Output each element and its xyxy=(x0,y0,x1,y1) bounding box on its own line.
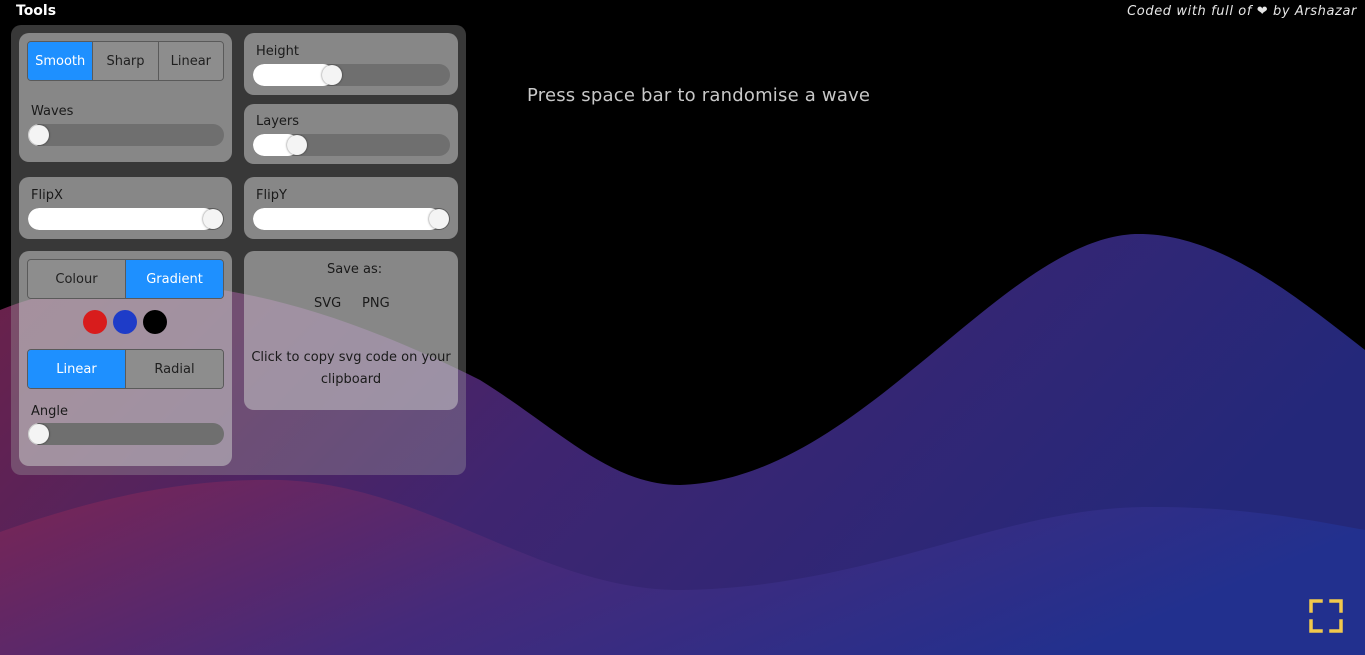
layers-slider[interactable] xyxy=(253,134,450,156)
curve-smooth-button[interactable]: Smooth xyxy=(28,42,94,80)
layers-slider-knob[interactable] xyxy=(287,135,308,155)
height-label: Height xyxy=(256,44,299,59)
copy-svg-button[interactable]: Click to copy svg code on your clipboard xyxy=(245,347,457,391)
fullscreen-icon[interactable] xyxy=(1309,599,1343,633)
swatch-color-1[interactable] xyxy=(83,310,107,334)
gradient-type-toggle: Linear Radial xyxy=(27,349,224,389)
curve-type-toggle: Smooth Sharp Linear xyxy=(27,41,224,81)
save-as-label: Save as: xyxy=(327,262,383,277)
curve-sharp-button[interactable]: Sharp xyxy=(93,42,159,80)
fill-mode-toggle: Colour Gradient xyxy=(27,259,224,299)
curve-linear-button[interactable]: Linear xyxy=(158,42,223,80)
save-svg-button[interactable]: SVG xyxy=(314,296,341,311)
angle-slider-knob[interactable] xyxy=(29,424,49,444)
credit-text: Coded with full of ❤ by Arshazar xyxy=(1127,4,1357,19)
flipx-slider[interactable] xyxy=(28,208,224,230)
flipy-slider-fill xyxy=(253,208,441,230)
waves-slider[interactable] xyxy=(28,124,224,146)
height-slider-knob[interactable] xyxy=(322,65,343,85)
colour-mode-button[interactable]: Colour xyxy=(28,260,126,298)
flipy-label: FlipY xyxy=(256,188,287,203)
gradient-radial-button[interactable]: Radial xyxy=(126,350,223,388)
flipy-slider-knob[interactable] xyxy=(429,209,449,229)
save-png-button[interactable]: PNG xyxy=(362,296,390,311)
flipx-label: FlipX xyxy=(31,188,63,203)
swatch-color-2[interactable] xyxy=(113,310,137,334)
layers-label: Layers xyxy=(256,114,300,129)
flipx-slider-fill xyxy=(28,208,215,230)
flipx-slider-knob[interactable] xyxy=(203,209,223,229)
angle-label: Angle xyxy=(31,404,68,419)
randomise-hint: Press space bar to randomise a wave xyxy=(527,85,871,106)
angle-slider[interactable] xyxy=(28,423,224,445)
flipy-slider[interactable] xyxy=(253,208,450,230)
gradient-linear-button[interactable]: Linear xyxy=(28,350,126,388)
swatch-color-3[interactable] xyxy=(143,310,167,334)
waves-slider-knob[interactable] xyxy=(29,125,49,145)
canvas: Tools Coded with full of ❤ by Arshazar P… xyxy=(0,0,1365,655)
tools-title: Tools xyxy=(16,3,57,19)
waves-label: Waves xyxy=(31,104,74,119)
height-slider[interactable] xyxy=(253,64,450,86)
gradient-mode-button[interactable]: Gradient xyxy=(126,260,223,298)
